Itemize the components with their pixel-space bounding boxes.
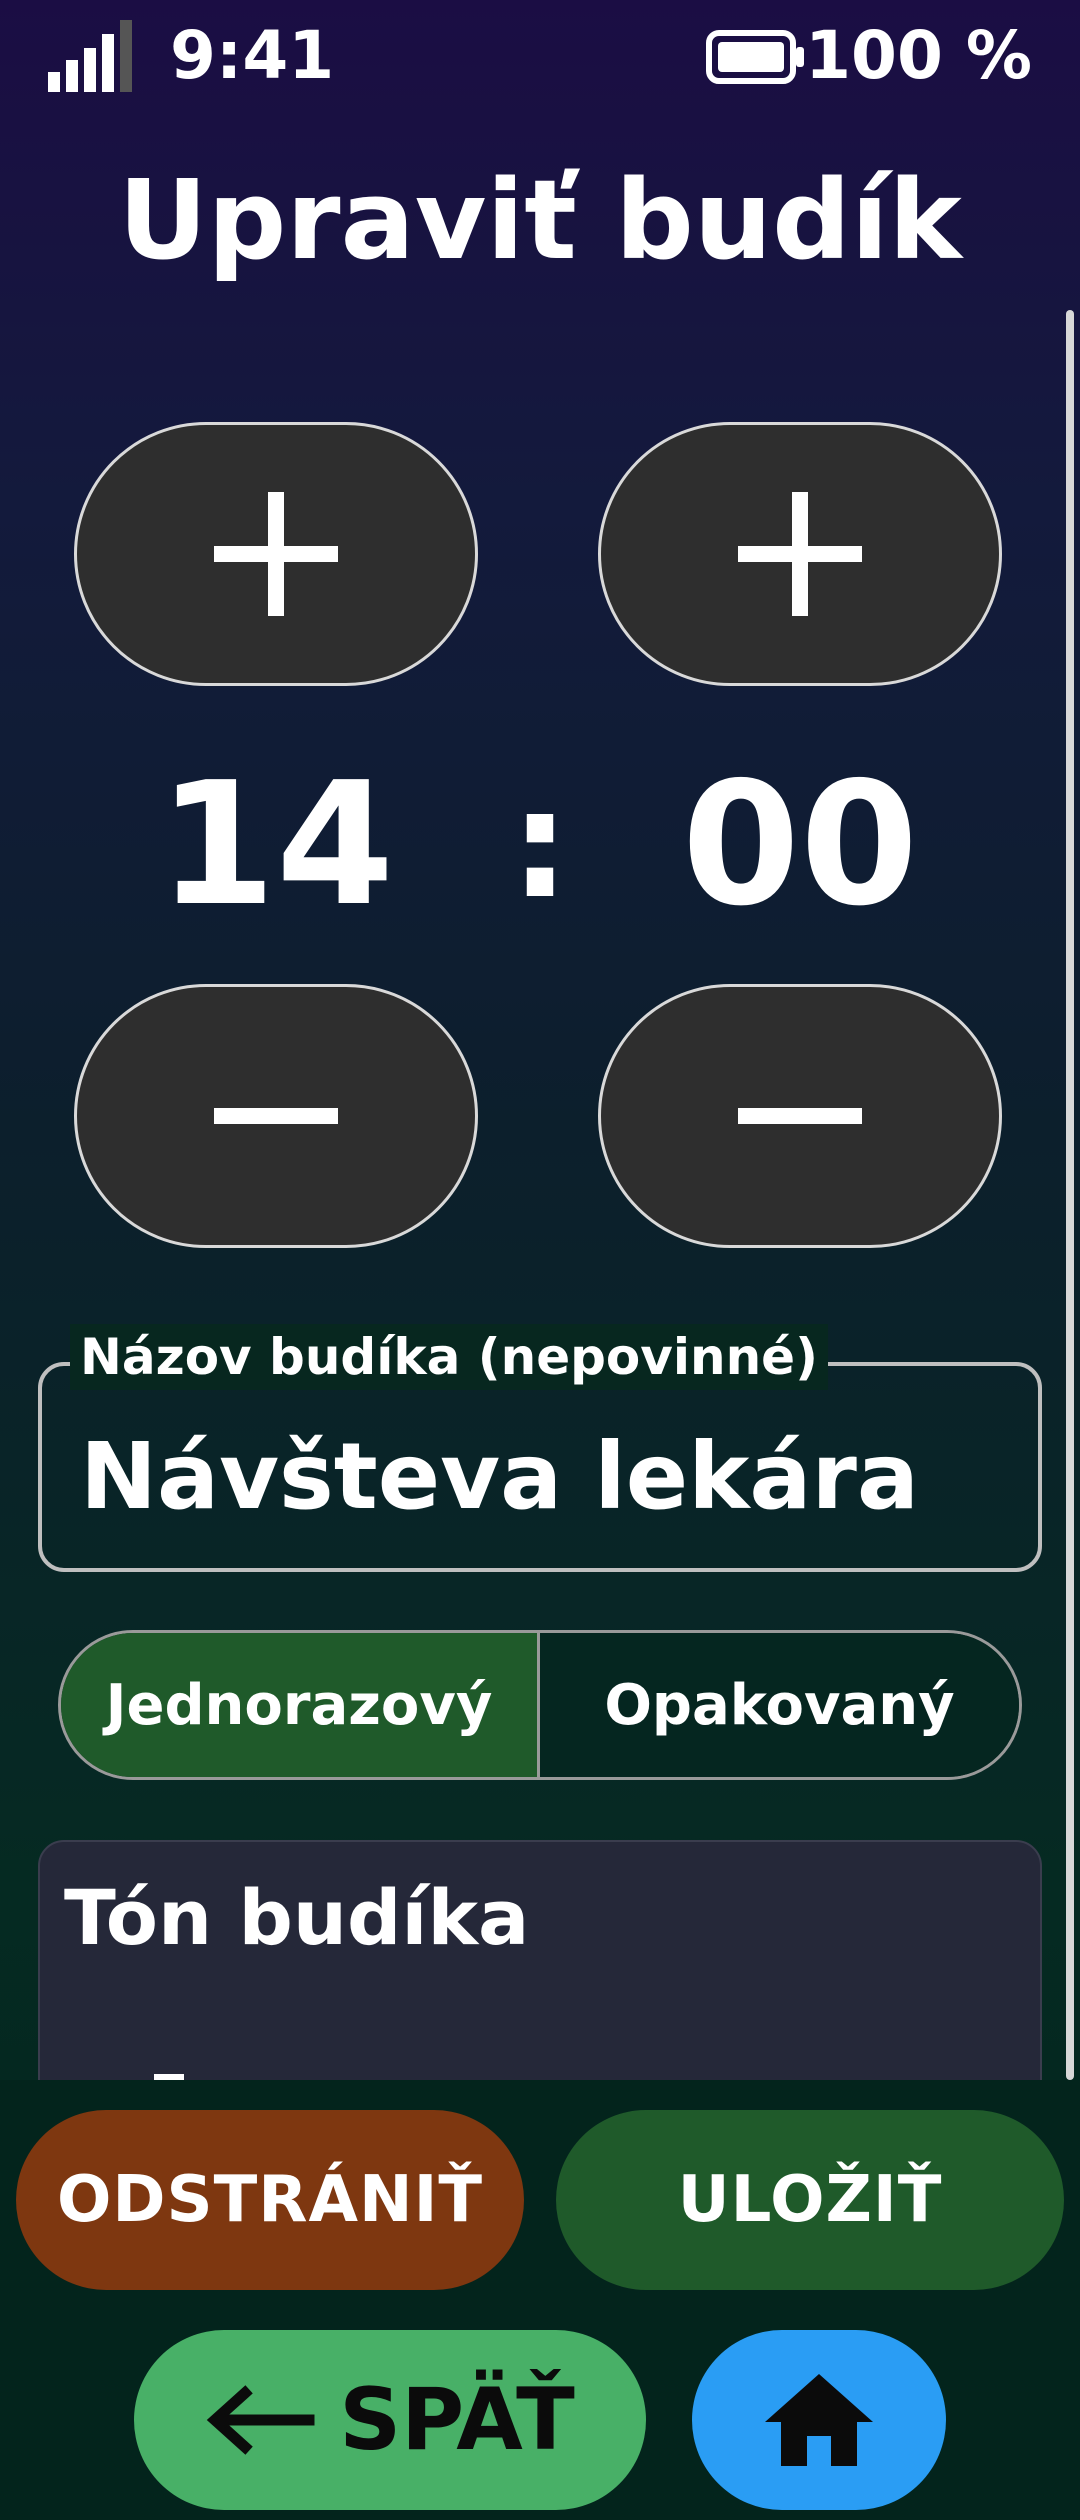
home-button[interactable] (692, 2330, 946, 2510)
alarm-name-field[interactable]: Názov budíka (nepovinné) Návšteva lekára (38, 1324, 1042, 1572)
minus-icon (214, 1108, 338, 1124)
time-separator: : (510, 758, 570, 932)
signal-icon (48, 20, 132, 92)
alarm-name-input[interactable]: Návšteva lekára (80, 1422, 1000, 1532)
delete-button[interactable]: ODSTRÁNIŤ (16, 2110, 524, 2290)
plus-icon (214, 492, 338, 616)
plus-icon (738, 492, 862, 616)
arrow-left-icon (206, 2385, 315, 2455)
alarm-name-label: Názov budíka (nepovinné) (70, 1324, 828, 1390)
status-bar: 9:41 100 % (0, 0, 1080, 112)
hour-increment-button[interactable] (74, 422, 478, 686)
bottom-action-bar: ODSTRÁNIŤ ULOŽIŤ SPÄŤ (0, 2080, 1080, 2520)
repeat-mode-toggle[interactable]: Jednorazový Opakovaný (58, 1630, 1022, 1780)
minute-increment-button[interactable] (598, 422, 1002, 686)
hour-decrement-button[interactable] (74, 984, 478, 1248)
battery-percentage: 100 % (805, 17, 1032, 94)
segment-repeating[interactable]: Opakovaný (540, 1633, 1019, 1777)
home-icon (765, 2374, 873, 2466)
minute-value: 00 (681, 746, 919, 944)
alarm-tone-title: Tón budíka (64, 1873, 530, 1962)
alarm-edit-form[interactable]: 14 : 00 Názov budíka (nepovinné) Návštev… (0, 300, 1080, 2080)
battery-icon (706, 30, 804, 84)
page-title: Upraviť budík (118, 156, 962, 284)
scrollbar[interactable] (1066, 310, 1074, 2080)
segment-one-time[interactable]: Jednorazový (61, 1633, 540, 1777)
status-time: 9:41 (170, 17, 335, 94)
minus-icon (738, 1108, 862, 1124)
minute-decrement-button[interactable] (598, 984, 1002, 1248)
alarm-tone-card[interactable]: Tón budíka (38, 1840, 1042, 2080)
back-button[interactable]: SPÄŤ (134, 2330, 646, 2510)
hour-value: 14 (157, 746, 395, 944)
back-label: SPÄŤ (339, 2370, 575, 2470)
save-button[interactable]: ULOŽIŤ (556, 2110, 1064, 2290)
